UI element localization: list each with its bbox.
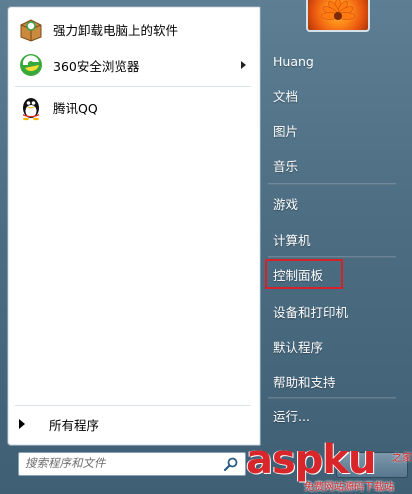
all-programs-button[interactable]: 所有程序 <box>7 411 257 437</box>
divider <box>15 86 251 87</box>
right-item-help-support[interactable]: 帮助和支持 <box>263 367 401 395</box>
highlight-box <box>265 259 343 289</box>
program-label: 腾讯QQ <box>53 100 98 116</box>
program-item-uninstaller[interactable]: 强力卸载电脑上的软件 <box>7 11 257 47</box>
watermark-main: aspku <box>246 437 377 483</box>
360-browser-icon <box>20 54 42 76</box>
search-icon[interactable] <box>223 456 239 472</box>
right-item-devices-printers[interactable]: 设备和打印机 <box>263 297 401 325</box>
right-item-default-programs[interactable]: 默认程序 <box>263 332 401 360</box>
watermark: aspku 之家 免费网站源码下载站 <box>246 437 412 494</box>
search-box[interactable] <box>18 452 246 476</box>
divider <box>268 397 396 399</box>
program-item-360-browser[interactable]: 360安全浏览器 <box>7 47 257 83</box>
search-input[interactable] <box>25 455 215 471</box>
divider <box>15 405 251 406</box>
submenu-arrow-icon[interactable] <box>241 61 246 69</box>
right-item-pictures[interactable]: 图片 <box>263 116 401 144</box>
right-item-documents[interactable]: 文档 <box>263 81 401 109</box>
watermark-sub: 免费网站源码下载站 <box>304 482 394 493</box>
right-item-computer[interactable]: 计算机 <box>263 225 401 253</box>
right-item-user[interactable]: Huang <box>263 47 401 75</box>
box-uninstall-icon <box>20 19 42 42</box>
program-item-qq[interactable]: 腾讯QQ <box>7 89 257 125</box>
expand-arrow-icon <box>19 419 25 429</box>
right-item-run[interactable]: 运行... <box>263 401 401 429</box>
all-programs-label: 所有程序 <box>49 417 100 433</box>
watermark-suffix: 之家 <box>392 453 412 464</box>
right-item-music[interactable]: 音乐 <box>263 151 401 179</box>
program-label: 360安全浏览器 <box>53 58 140 74</box>
divider <box>268 256 396 258</box>
qq-penguin-icon <box>23 98 39 121</box>
user-avatar[interactable] <box>306 0 370 32</box>
right-item-games[interactable]: 游戏 <box>263 189 401 217</box>
flower-icon <box>320 0 356 20</box>
program-label: 强力卸载电脑上的软件 <box>53 22 179 38</box>
divider <box>268 183 396 185</box>
